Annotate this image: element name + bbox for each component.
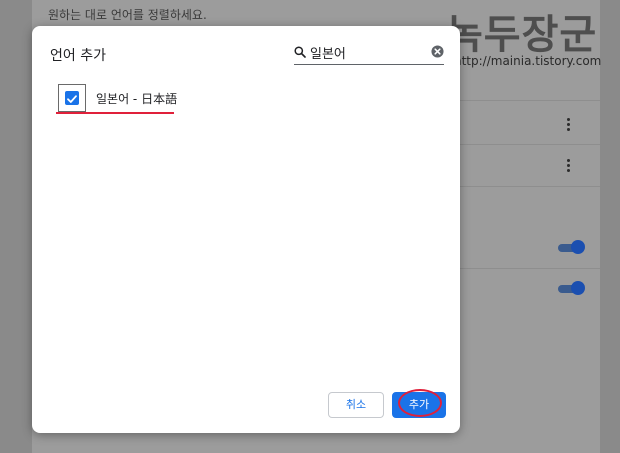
divider xyxy=(460,186,600,187)
toggle-switch[interactable] xyxy=(558,240,586,254)
screen: 원하는 대로 언어를 정렬하세요. 녹두장군 http://mainia.tis… xyxy=(0,0,620,453)
watermark-title: 녹두장군 xyxy=(446,12,598,58)
add-button[interactable]: 추가 xyxy=(392,392,446,418)
search-input[interactable] xyxy=(310,43,422,61)
language-label: 일본어 - 日本語 xyxy=(96,92,178,106)
dialog-title: 언어 추가 xyxy=(50,48,106,64)
check-icon xyxy=(67,95,77,103)
language-search[interactable] xyxy=(294,42,444,65)
more-vert-icon[interactable] xyxy=(567,159,571,173)
settings-hint-text: 원하는 대로 언어를 정렬하세요. xyxy=(48,8,207,22)
add-language-dialog: 언어 추가 일본어 - 日本語 xyxy=(32,26,460,433)
cancel-button[interactable]: 취소 xyxy=(328,392,384,418)
language-item-japanese[interactable]: 일본어 - 日本語 xyxy=(58,84,258,112)
search-icon xyxy=(294,46,306,58)
divider xyxy=(460,100,600,101)
more-vert-icon[interactable] xyxy=(567,118,571,132)
language-checkbox[interactable] xyxy=(65,91,79,105)
divider xyxy=(460,144,600,145)
annotation-underline xyxy=(56,112,174,114)
clear-icon[interactable] xyxy=(431,45,444,58)
toggle-switch[interactable] xyxy=(558,281,586,295)
watermark-url: http://mainia.tistory.com xyxy=(454,54,602,68)
checkbox-focus-ring xyxy=(58,84,86,112)
divider xyxy=(460,268,600,269)
